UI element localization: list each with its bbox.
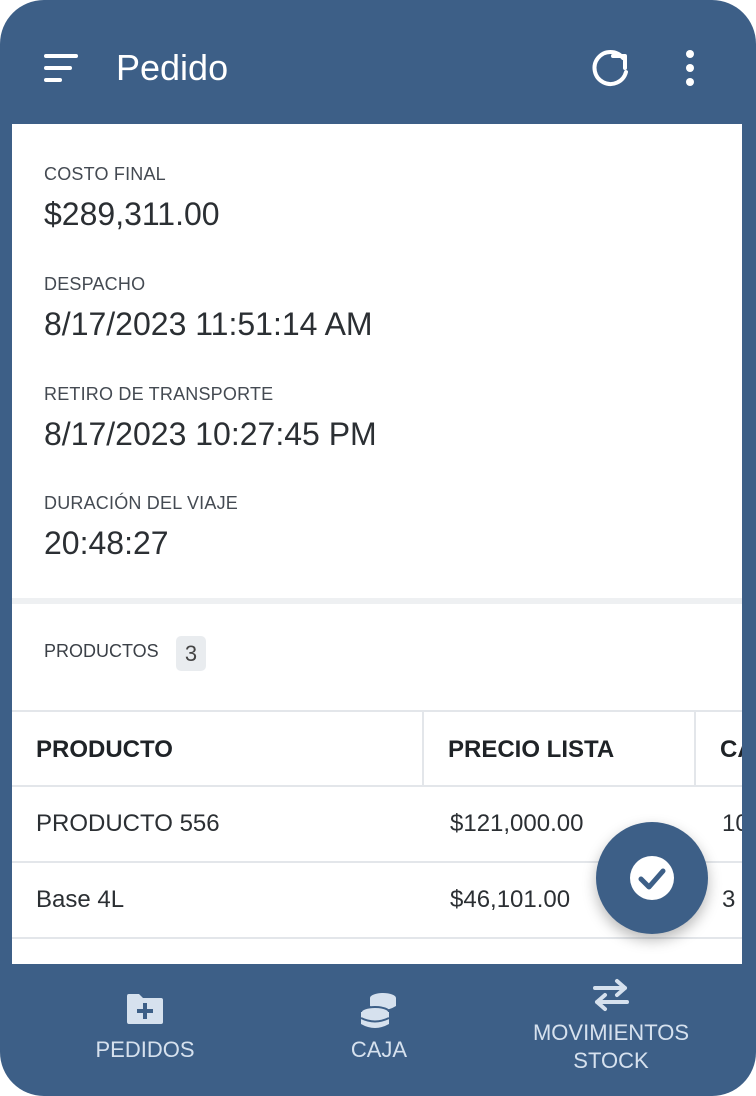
costo-final-label: COSTO FINAL xyxy=(44,164,166,184)
app-bar: Pedido xyxy=(0,0,756,124)
cell-precio-lista: $46,101.00 xyxy=(450,886,571,913)
more-options-button[interactable] xyxy=(672,44,708,92)
more-vert-icon xyxy=(686,50,694,86)
retiro-transporte-value: 8/17/2023 10:27:45 PM xyxy=(44,416,377,452)
table-header: PRODUCTO PRECIO LISTA CA xyxy=(12,710,742,787)
nav-item-pedidos[interactable]: PEDIDOS xyxy=(40,964,250,1096)
retiro-transporte-label: RETIRO DE TRANSPORTE xyxy=(44,384,274,404)
products-header: PRODUCTOS 3 xyxy=(12,604,742,710)
cell-cantidad: 10 xyxy=(722,810,742,837)
confirm-fab-button[interactable] xyxy=(596,822,708,934)
refresh-button[interactable] xyxy=(586,44,634,92)
coins-icon xyxy=(360,993,396,1028)
column-separator xyxy=(422,712,424,787)
cell-precio-lista: $121,000.00 xyxy=(450,810,584,837)
column-header-cantidad[interactable]: CA xyxy=(720,712,742,787)
menu-icon xyxy=(44,54,78,82)
nav-item-caja[interactable]: CAJA xyxy=(274,964,484,1096)
products-label: PRODUCTOS xyxy=(44,641,159,661)
duracion-viaje-label: DURACIÓN DEL VIAJE xyxy=(44,493,238,513)
menu-button[interactable] xyxy=(40,48,88,88)
bottom-navigation: PEDIDOS CAJA MOVIMIENTOS STOCK xyxy=(0,964,756,1096)
cell-producto: Base 4L xyxy=(36,886,125,913)
column-header-producto[interactable]: PRODUCTO xyxy=(36,712,173,787)
nav-label-pedidos: PEDIDOS xyxy=(95,1037,195,1062)
nav-label-caja: CAJA xyxy=(350,1037,408,1062)
despacho-value: 8/17/2023 11:51:14 AM xyxy=(44,306,373,342)
column-header-precio-lista[interactable]: PRECIO LISTA xyxy=(448,712,614,787)
refresh-icon xyxy=(592,50,628,86)
page-title: Pedido xyxy=(116,47,229,88)
check-circle-icon xyxy=(630,856,674,900)
nav-item-movimientos-stock[interactable]: MOVIMIENTOS STOCK xyxy=(506,964,716,1096)
column-separator xyxy=(694,712,696,787)
nav-label-stock: STOCK xyxy=(573,1048,649,1073)
swap-arrows-icon xyxy=(593,979,629,1011)
order-details-card: COSTO FINAL $289,311.00 DESPACHO 8/17/20… xyxy=(12,124,742,598)
folder-add-icon xyxy=(127,994,163,1024)
cell-producto: PRODUCTO 556 xyxy=(36,810,220,837)
products-count-badge: 3 xyxy=(176,636,206,671)
nav-label-movimientos: MOVIMIENTOS xyxy=(532,1020,690,1045)
despacho-label: DESPACHO xyxy=(44,274,146,294)
duracion-viaje-value: 20:48:27 xyxy=(44,525,169,561)
costo-final-value: $289,311.00 xyxy=(44,196,220,232)
cell-cantidad: 3 xyxy=(722,886,736,913)
phone-frame: Pedido COSTO FINAL $289,311.00 DESPACHO … xyxy=(0,0,756,1096)
